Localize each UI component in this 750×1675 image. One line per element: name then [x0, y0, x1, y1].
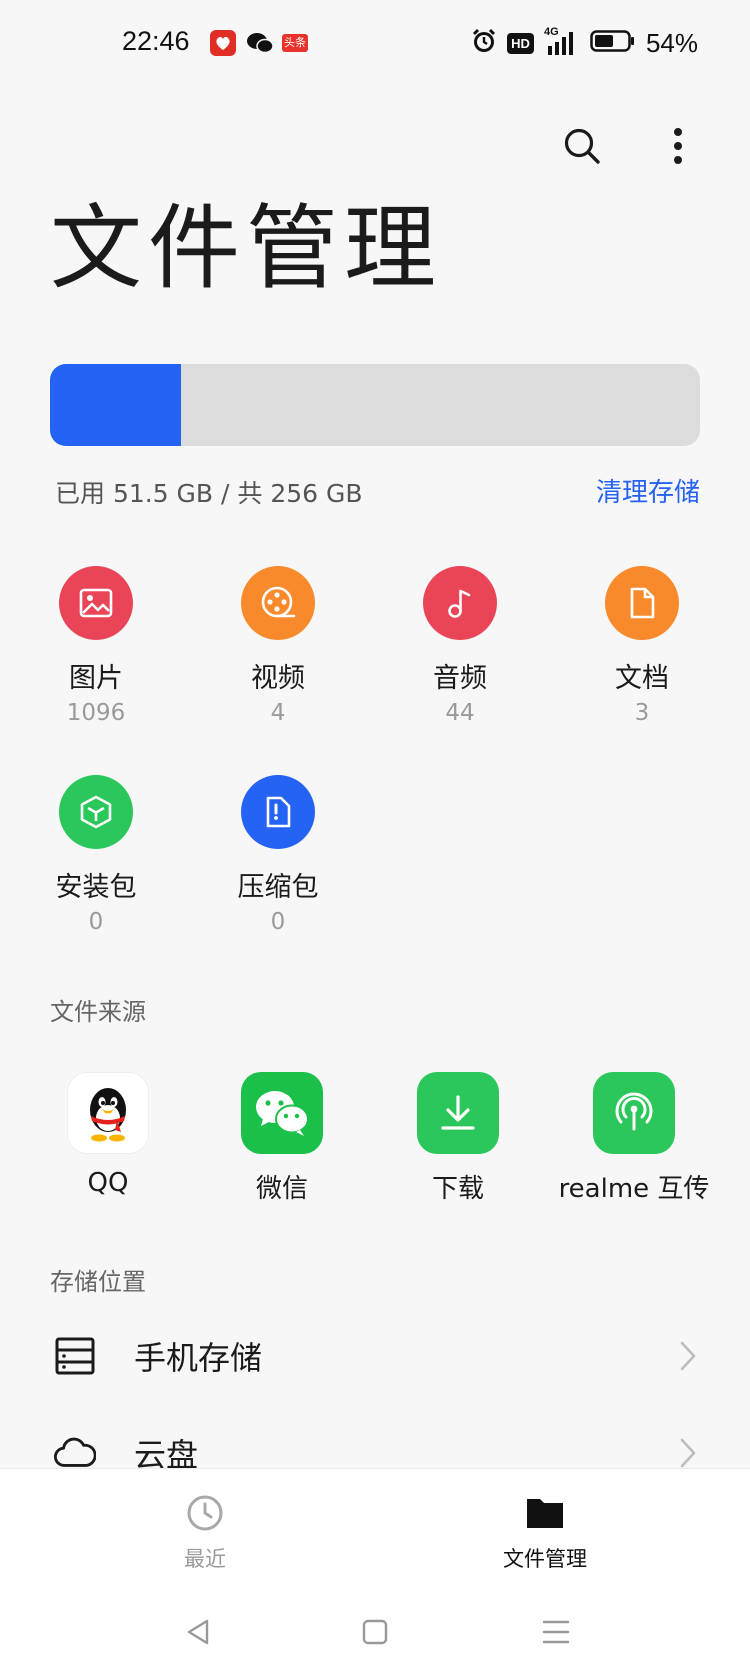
- document-icon: [630, 587, 655, 619]
- alarm-icon: [471, 28, 497, 58]
- category-images[interactable]: 图片 1096: [5, 566, 187, 730]
- storage-section-title: 存储位置: [50, 1268, 146, 1296]
- home-square-icon: [362, 1619, 388, 1645]
- more-options-button[interactable]: [650, 118, 706, 174]
- category-count: 3: [634, 700, 650, 726]
- chevron-right-icon: [676, 1435, 700, 1471]
- search-icon: [564, 128, 600, 164]
- tab-file-manager[interactable]: 文件管理: [445, 1493, 645, 1573]
- more-icon: [674, 128, 682, 164]
- hd-icon: HD: [507, 32, 534, 54]
- archive-icon: [266, 796, 291, 828]
- sources-section-title: 文件来源: [50, 998, 146, 1026]
- menu-lines-icon: [542, 1620, 570, 1644]
- category-icon-bg: [423, 566, 497, 640]
- category-count: 0: [88, 909, 104, 935]
- home-button[interactable]: [355, 1612, 395, 1652]
- category-label: 文档: [615, 663, 669, 694]
- clean-storage-link[interactable]: 清理存储: [596, 472, 700, 509]
- category-packages[interactable]: 安装包 0: [5, 775, 187, 939]
- category-label: 图片: [69, 663, 123, 694]
- pinduoduo-icon: [210, 30, 236, 56]
- category-icon-bg: [59, 566, 133, 640]
- source-label: 下载: [431, 1174, 484, 1204]
- tab-label: 最近: [184, 1547, 226, 1571]
- source-label: realme 互传: [558, 1174, 710, 1204]
- battery-icon: [590, 29, 636, 57]
- wechat-status-icon: [246, 30, 274, 56]
- tab-recent[interactable]: 最近: [105, 1493, 305, 1573]
- storage-usage-fill: [50, 364, 181, 446]
- image-icon: [79, 588, 113, 618]
- tab-label: 文件管理: [503, 1547, 587, 1571]
- storage-item-label: 手机存储: [134, 1339, 263, 1377]
- category-label: 压缩包: [237, 872, 319, 903]
- storage-usage-bar: [50, 364, 700, 446]
- source-label: 微信: [255, 1174, 308, 1204]
- category-audio[interactable]: 音频 44: [369, 566, 551, 730]
- clock-icon: [187, 1495, 223, 1531]
- category-label: 音频: [433, 663, 487, 694]
- download-icon: [417, 1072, 499, 1154]
- category-label: 安装包: [55, 872, 137, 903]
- folder-icon: [527, 1499, 563, 1528]
- source-wechat[interactable]: 微信: [192, 1072, 372, 1205]
- category-icon-bg: [59, 775, 133, 849]
- storage-summary: 已用 51.5 GB / 共 256 GB: [55, 479, 363, 508]
- status-time: 22:46: [122, 26, 190, 56]
- status-bar: 22:46 头条 HD 4G 54%: [0, 0, 750, 86]
- category-count: 44: [445, 700, 475, 726]
- category-label: 视频: [251, 663, 305, 694]
- page-title: 文件管理: [50, 195, 443, 302]
- film-reel-icon: [261, 586, 296, 618]
- bottom-navigation: 最近 文件管理: [0, 1468, 750, 1588]
- category-videos[interactable]: 视频 4: [187, 566, 369, 730]
- source-download[interactable]: 下载: [368, 1072, 548, 1205]
- category-icon-bg: [241, 566, 315, 640]
- category-count: 1096: [66, 700, 126, 726]
- source-qq[interactable]: QQ: [18, 1072, 198, 1198]
- category-documents[interactable]: 文档 3: [551, 566, 733, 730]
- system-navigation-bar: [0, 1588, 750, 1675]
- search-button[interactable]: [554, 118, 610, 174]
- category-count: 0: [270, 909, 286, 935]
- category-archives[interactable]: 压缩包 0: [187, 775, 369, 939]
- signal-icon: 4G: [544, 26, 580, 56]
- music-note-icon: [448, 589, 471, 618]
- menu-button[interactable]: [536, 1612, 576, 1652]
- source-realme-share[interactable]: realme 互传: [544, 1072, 724, 1205]
- source-label: QQ: [87, 1168, 129, 1198]
- category-count: 4: [270, 700, 286, 726]
- category-icon-bg: [605, 566, 679, 640]
- back-button[interactable]: [178, 1612, 218, 1652]
- toutiao-icon: 头条: [282, 34, 308, 52]
- realme-share-icon: [593, 1072, 675, 1154]
- top-actions: [554, 118, 706, 174]
- chevron-right-icon: [676, 1338, 700, 1374]
- package-icon: [80, 795, 112, 829]
- status-indicators: HD 4G 54%: [471, 26, 698, 60]
- qq-icon: [67, 1072, 149, 1154]
- battery-percent: 54%: [645, 27, 698, 58]
- back-triangle-icon: [187, 1619, 209, 1645]
- wechat-icon: [241, 1072, 323, 1154]
- category-icon-bg: [241, 775, 315, 849]
- phone-storage-icon: [54, 1335, 96, 1377]
- storage-item-phone[interactable]: 手机存储: [0, 1311, 750, 1401]
